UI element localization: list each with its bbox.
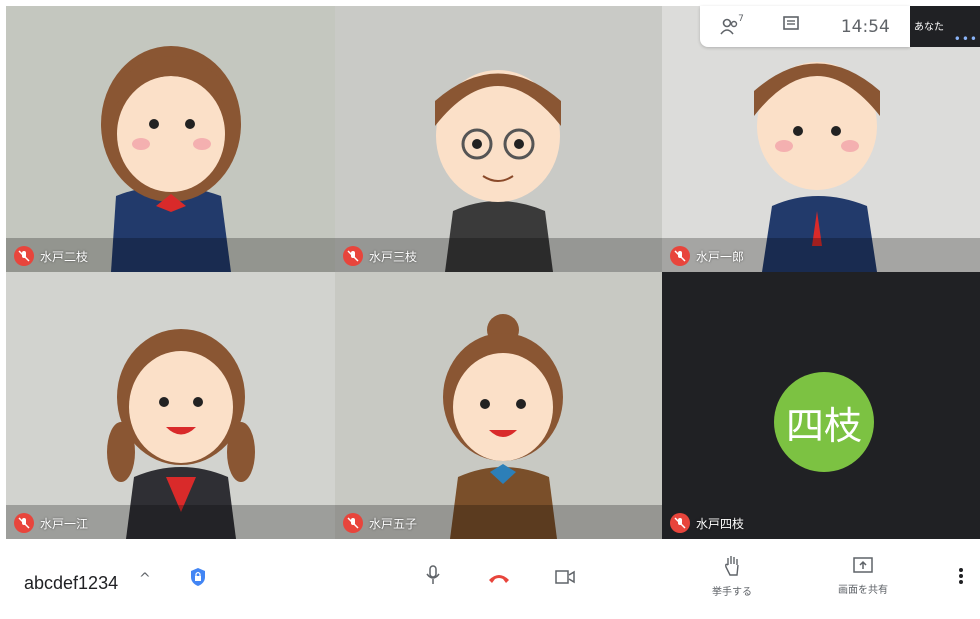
participant-name: 水戸二枝 xyxy=(40,249,89,264)
participant-video xyxy=(6,6,335,272)
chat-icon xyxy=(783,16,800,30)
participant-grid: 水戸二枝 水戸三枝 水戸一郎 水戸一江 水戸五子 四枝 水戸四枝 xyxy=(6,6,980,539)
hand-icon xyxy=(725,556,739,576)
more-options-icon[interactable] xyxy=(958,567,964,589)
meeting-code: abcdef1234 xyxy=(24,573,119,593)
participant-video xyxy=(335,6,662,272)
camera-button[interactable] xyxy=(555,569,575,588)
share-screen-icon xyxy=(853,557,873,573)
participant-tile[interactable]: 水戸三枝 xyxy=(335,6,662,272)
participant-name: 水戸一江 xyxy=(40,516,89,531)
avatar: 四枝 xyxy=(774,372,874,472)
participant-label: 水戸二枝 xyxy=(14,246,88,266)
participant-tile[interactable]: 四枝 水戸四枝 xyxy=(662,272,980,539)
people-count: 7 xyxy=(738,13,744,24)
microphone-button[interactable] xyxy=(425,565,441,589)
mic-off-icon xyxy=(343,513,363,533)
clock-time: 14:54 xyxy=(840,16,890,37)
participant-label: 水戸四枝 xyxy=(670,513,744,533)
participant-video xyxy=(6,272,335,539)
share-screen-button[interactable]: 画面を共有 xyxy=(838,555,888,596)
people-button[interactable]: 7 xyxy=(720,14,744,36)
meeting-info-bar: 7 14:54 xyxy=(700,6,910,47)
mic-off-icon xyxy=(343,246,363,266)
participant-name: 水戸三枝 xyxy=(369,249,418,264)
participant-label: 水戸一江 xyxy=(14,513,88,533)
raise-hand-label: 挙手する xyxy=(712,587,752,598)
participant-name: 水戸五子 xyxy=(369,516,418,531)
microphone-icon xyxy=(426,565,440,584)
raise-hand-button[interactable]: 挙手する xyxy=(712,555,752,598)
participant-tile[interactable]: 水戸五子 xyxy=(335,272,662,539)
mic-off-icon xyxy=(670,246,690,266)
leave-call-button[interactable] xyxy=(488,569,510,588)
meet-app: 水戸二枝 水戸三枝 水戸一郎 水戸一江 水戸五子 四枝 水戸四枝 7 14:54… xyxy=(0,0,980,619)
self-view-tab[interactable]: あなた ••• xyxy=(910,6,980,47)
participant-label: 水戸一郎 xyxy=(670,246,744,266)
participant-tile[interactable]: 水戸一江 xyxy=(6,272,335,539)
self-view-label: あなた xyxy=(914,22,944,33)
participant-video xyxy=(335,272,662,539)
hang-up-icon xyxy=(489,575,509,583)
mic-off-icon xyxy=(14,513,34,533)
chevron-up-icon[interactable]: ^ xyxy=(139,571,151,587)
share-screen-label: 画面を共有 xyxy=(838,585,888,596)
participant-tile[interactable]: 水戸二枝 xyxy=(6,6,335,272)
participant-name: 水戸一郎 xyxy=(696,249,745,264)
participant-label: 水戸三枝 xyxy=(343,246,417,266)
participant-name: 水戸四枝 xyxy=(696,516,745,531)
participant-label: 水戸五子 xyxy=(343,513,417,533)
bottom-control-bar: abcdef1234 ^ 挙手する 画面を共有 xyxy=(0,539,980,619)
shield-lock-icon[interactable] xyxy=(190,567,206,591)
chat-button[interactable] xyxy=(782,15,800,38)
mic-off-icon xyxy=(14,246,34,266)
ellipsis-icon: ••• xyxy=(953,32,978,46)
camera-icon xyxy=(555,570,575,584)
mic-off-icon xyxy=(670,513,690,533)
